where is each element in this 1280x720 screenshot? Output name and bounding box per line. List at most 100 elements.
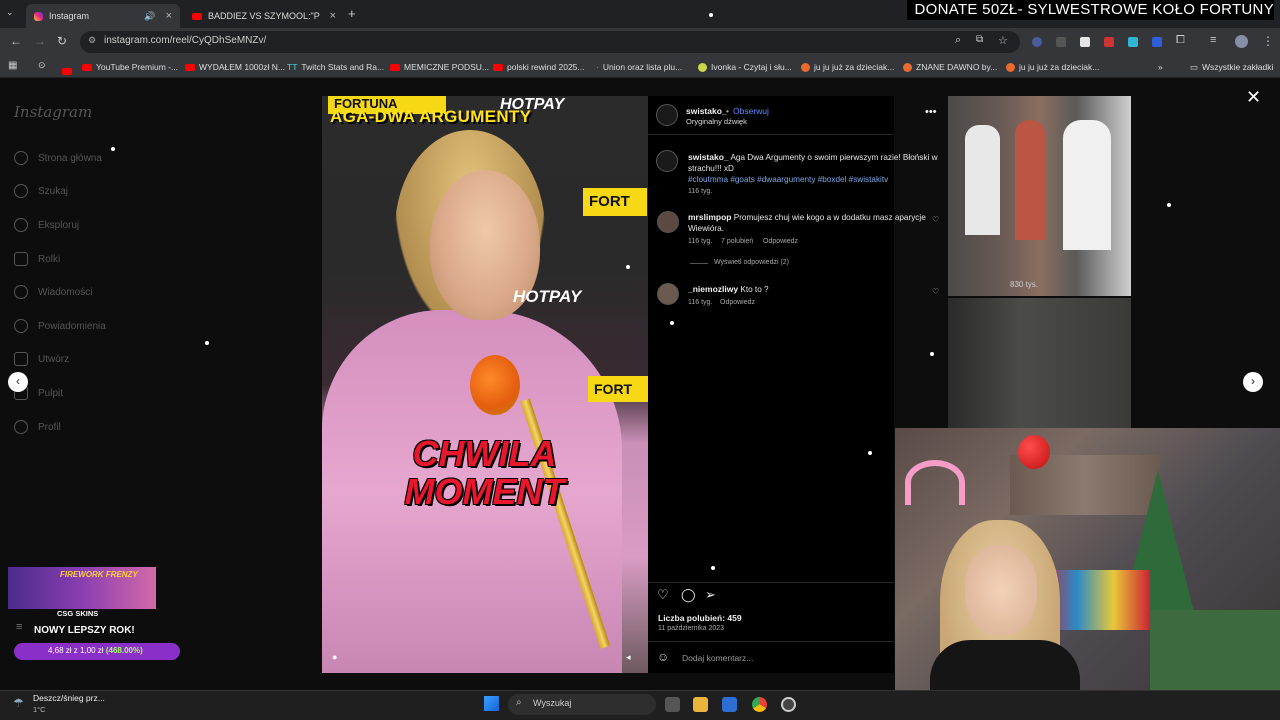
comment-icon[interactable]: ◯ <box>681 587 696 603</box>
nav-explore[interactable]: Eksploruj <box>14 215 79 235</box>
nav-messages[interactable]: Wiadomości <box>14 282 92 302</box>
more-options-icon[interactable]: ••• <box>925 106 937 118</box>
install-icon[interactable]: ⧉ <box>976 34 983 45</box>
video-microphone <box>470 355 520 415</box>
home-icon <box>14 151 28 165</box>
bookmark-youtube[interactable] <box>62 62 72 80</box>
previous-post-button[interactable]: ‹ <box>8 372 28 392</box>
tab-instagram[interactable]: Instagram 🔊 × <box>26 4 180 28</box>
tab-youtube[interactable]: BADDIEZ VS SZYMOOL:"PRZYP × <box>184 4 344 28</box>
comment-age: 116 tyg. <box>688 238 713 245</box>
reload-icon[interactable]: ↻ <box>57 34 67 48</box>
bookmarks-overflow-icon[interactable]: » <box>1158 59 1163 75</box>
next-post-button[interactable]: › <box>1243 372 1263 392</box>
speaker-icon[interactable]: 🔊 <box>144 11 155 22</box>
url-text[interactable]: instagram.com/reel/CyQDhSeMNZv/ <box>104 35 266 46</box>
close-modal-icon[interactable]: ✕ <box>1246 87 1261 108</box>
add-comment-input[interactable]: Dodaj komentarz... <box>682 653 753 663</box>
bookmark-icon[interactable]: ⊙ <box>38 60 46 71</box>
avatar[interactable] <box>656 104 678 126</box>
reply-button[interactable]: Odpowiedz <box>763 238 798 245</box>
view-replies-button[interactable]: Wyświetl odpowiedzi (2) <box>714 259 789 266</box>
star-icon[interactable]: ☆ <box>998 34 1008 47</box>
extension-icon[interactable] <box>1056 37 1066 47</box>
extension-icon[interactable] <box>1128 37 1138 47</box>
reels-icon <box>14 252 28 266</box>
all-bookmarks[interactable]: ▭ Wszystkie zakładki <box>1190 59 1273 75</box>
emoji-icon[interactable]: ☺ <box>657 650 669 664</box>
media-icon[interactable]: ≡ <box>1210 34 1216 46</box>
extension-icon[interactable] <box>1080 37 1090 47</box>
zoom-icon[interactable]: ⌕ <box>955 34 961 47</box>
menu-icon[interactable]: ⋮ <box>1262 34 1274 48</box>
apps-grid-icon[interactable]: ▦ <box>8 60 17 71</box>
back-icon[interactable]: ← <box>10 34 22 48</box>
chrome-icon[interactable] <box>752 697 767 712</box>
file-explorer-icon[interactable] <box>693 697 708 712</box>
twitch-tracker-icon: TT <box>287 62 298 72</box>
bookmark-item[interactable]: Ivonka - Czytaj i słu... <box>698 59 792 75</box>
mute-icon[interactable]: ◂ <box>626 652 631 663</box>
likes-count[interactable]: Liczba polubień: 459 <box>658 613 742 623</box>
nav-reels[interactable]: Rolki <box>14 249 60 269</box>
close-tab-icon[interactable]: × <box>330 10 336 22</box>
post-hashtags[interactable]: #cloutmma #goats #dwaargumenty #boxdel #… <box>688 174 940 185</box>
like-icon[interactable]: ♡ <box>657 587 669 603</box>
comment-author[interactable]: _niemozliwy <box>688 284 738 294</box>
bookmark-item[interactable]: ZNANE DAWNO by... <box>903 59 997 75</box>
nav-search[interactable]: Szukaj <box>14 181 68 201</box>
post-author[interactable]: swistako_ <box>686 106 727 116</box>
bookmark-item[interactable]: TT Twitch Stats and Ra... <box>287 59 384 75</box>
taskbar-search[interactable]: Wyszukaj <box>508 694 656 715</box>
snowflake <box>626 265 630 269</box>
windows-start-icon[interactable] <box>484 696 499 711</box>
share-icon[interactable]: ➢ <box>705 587 716 603</box>
snowflake <box>205 341 209 345</box>
extension-icon[interactable] <box>1032 37 1042 47</box>
close-tab-icon[interactable]: × <box>166 10 172 22</box>
bookmark-item[interactable]: YouTube Premium -... <box>82 59 178 75</box>
follow-button[interactable]: Obserwuj <box>733 106 769 116</box>
avatar[interactable] <box>657 283 679 305</box>
instagram-logo[interactable]: Instagram <box>14 103 92 121</box>
nav-home[interactable]: Strona główna <box>14 148 102 168</box>
divider <box>648 582 894 583</box>
background-post-thumbnail[interactable] <box>948 298 1131 428</box>
site-icon <box>1006 62 1015 72</box>
profile-avatar[interactable] <box>1235 35 1248 48</box>
tagged-user-icon[interactable]: ● <box>332 652 337 662</box>
reply-button[interactable]: Odpowiedz <box>720 299 755 306</box>
extension-icon[interactable] <box>1104 37 1114 47</box>
hamburger-menu-icon[interactable]: ≡ <box>16 621 22 633</box>
comment-author[interactable]: mrslimpop <box>688 212 731 222</box>
weather-icon[interactable]: ☂ <box>13 696 24 710</box>
nav-notifications[interactable]: Powiadomienia <box>14 316 106 336</box>
extension-icon[interactable] <box>1152 37 1162 47</box>
bookmark-label: ju ju już za dzieciak... <box>814 62 895 72</box>
weather-text[interactable]: Deszcz/śnieg prz... <box>33 693 105 703</box>
comment-likes[interactable]: 7 polubień <box>721 238 753 245</box>
avatar[interactable] <box>656 150 678 172</box>
forward-icon[interactable]: → <box>34 34 46 48</box>
site-info-icon[interactable]: ⚙ <box>88 35 96 46</box>
bookmark-item[interactable]: MEMICZNE PODSU... <box>390 59 489 75</box>
nav-create[interactable]: Utwórz <box>14 349 69 369</box>
audio-label[interactable]: Oryginalny dźwięk <box>686 117 747 126</box>
store-icon[interactable] <box>722 697 737 712</box>
task-view-icon[interactable] <box>665 697 680 712</box>
post-date: 11 października 2023 <box>658 625 725 632</box>
extensions-puzzle-icon[interactable]: ⧠ <box>1176 34 1185 47</box>
nav-profile[interactable]: Profil <box>14 417 61 437</box>
bookmark-item[interactable]: ju ju już za dzieciak... <box>801 59 894 75</box>
new-tab-button[interactable]: + <box>348 6 356 21</box>
avatar[interactable] <box>657 211 679 233</box>
bookmark-item[interactable]: WYDAŁEM 1000zł N... <box>185 59 285 75</box>
bookmark-item[interactable]: ju ju już za dzieciak... <box>1006 59 1099 75</box>
caption-author[interactable]: swistako_ <box>688 152 729 162</box>
app-icon[interactable] <box>781 697 796 712</box>
bookmark-item[interactable]: polski rewind 2025... <box>493 59 585 75</box>
bookmark-item[interactable]: · Union oraz lista plu... <box>596 59 682 75</box>
tab-search-icon[interactable]: ⌄ <box>6 7 14 18</box>
like-comment-icon[interactable]: ♡ <box>932 287 939 296</box>
like-comment-icon[interactable]: ♡ <box>932 215 939 224</box>
